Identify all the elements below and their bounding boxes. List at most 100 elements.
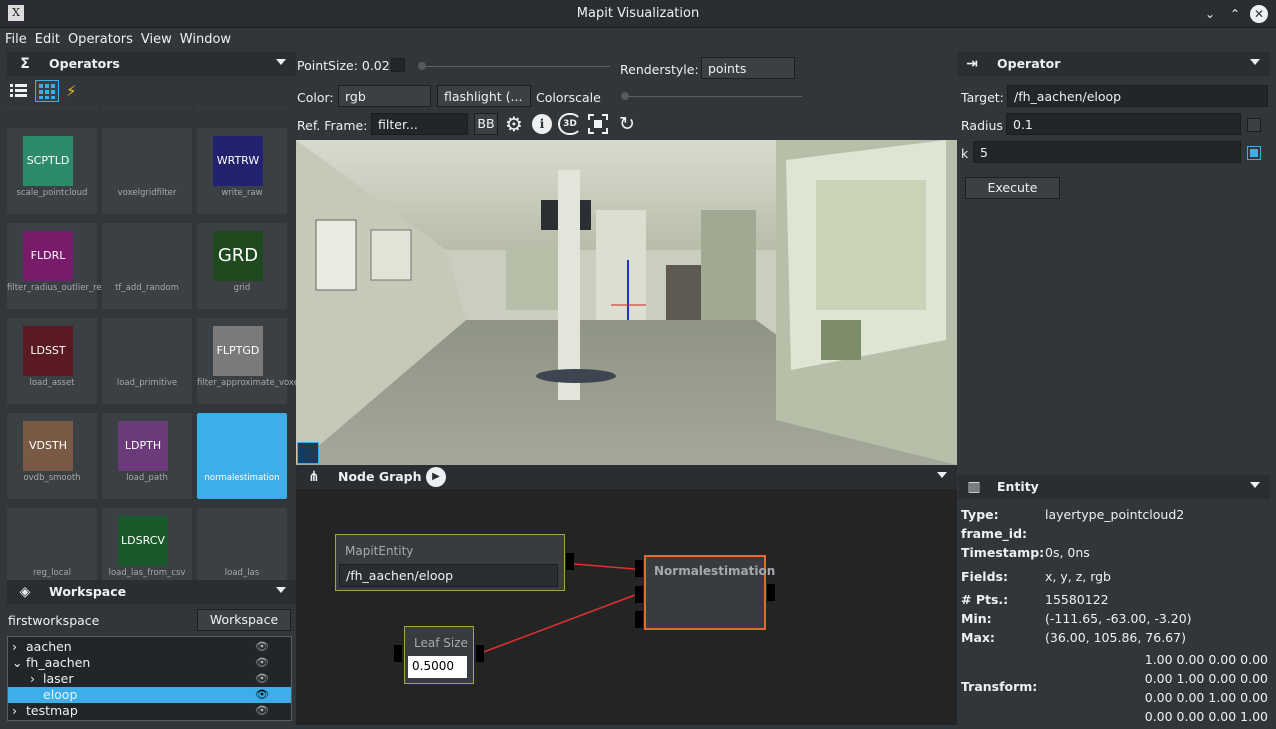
operator-tile[interactable]: GRD grid	[197, 223, 287, 309]
expander-icon[interactable]: ⌄	[12, 655, 22, 671]
leaf-size-input[interactable]: 0.5000	[408, 656, 467, 678]
radius-input[interactable]: 0.1	[1006, 113, 1241, 135]
input-port[interactable]	[635, 560, 643, 577]
tree-item[interactable]: › laser 👁	[8, 671, 291, 687]
info-icon[interactable]: i	[532, 114, 552, 134]
k-input[interactable]: 5	[973, 141, 1241, 163]
gear-icon[interactable]: ⚙	[503, 113, 525, 135]
visibility-eye-icon[interactable]: 👁	[255, 671, 269, 687]
minimize-button[interactable]: ⌄	[1201, 5, 1219, 23]
node-graph-canvas[interactable]: MapitEntity /fh_aachen/eloop Leaf Size 0…	[296, 489, 957, 725]
entity-field-value: 15580122	[1045, 592, 1109, 607]
target-input[interactable]: /fh_aachen/eloop	[1007, 85, 1268, 107]
dock-menu-arrow-icon[interactable]	[276, 587, 286, 593]
input-port[interactable]	[635, 611, 643, 628]
entity-title: Entity	[997, 479, 1039, 494]
operator-tile[interactable]: LDSRCV load_las_from_csv	[102, 508, 192, 580]
lightning-icon[interactable]: ⚡	[66, 82, 84, 100]
dock-menu-arrow-icon[interactable]	[1250, 482, 1260, 488]
input-port[interactable]	[635, 586, 643, 603]
expander-icon[interactable]: ›	[30, 671, 35, 687]
target-label: Target:	[961, 90, 1004, 105]
renderstyle-label: Renderstyle:	[620, 62, 699, 77]
operators-title: Operators	[49, 56, 120, 71]
operator-thumbnail: LDSRCV	[118, 516, 168, 566]
grid-view-icon[interactable]	[35, 80, 59, 102]
operator-tile[interactable]: SCPTLD scale_pointcloud	[7, 128, 97, 214]
operator-tile[interactable]: LDSST load_asset	[7, 318, 97, 404]
visibility-eye-icon[interactable]: 👁	[255, 687, 269, 703]
operators-header: Σ Operators	[7, 52, 296, 76]
renderstyle-select[interactable]: points	[701, 57, 795, 79]
menu-window[interactable]: Window	[175, 29, 234, 47]
operator-tile[interactable]: load_primitive	[102, 318, 192, 404]
colorscale-slider-knob[interactable]	[621, 92, 629, 100]
maximize-button[interactable]: ⌃	[1226, 5, 1244, 23]
output-port[interactable]	[566, 553, 574, 570]
operator-tile[interactable]: FLDRL filter_radius_outlier_removal	[7, 223, 128, 309]
radius-checkbox[interactable]	[1247, 118, 1261, 132]
refframe-input[interactable]: filter...	[371, 113, 468, 135]
operator-tile[interactable]: FLPTGD filter_approximate_voxel_grid	[197, 318, 296, 404]
operator-tile[interactable]: LDPTH load_path	[102, 413, 192, 499]
dock-menu-arrow-icon[interactable]	[276, 59, 286, 65]
close-button[interactable]: ✕	[1250, 5, 1268, 23]
normalestimation-node[interactable]: Normalestimation	[644, 555, 775, 630]
tree-item[interactable]: ⌄ fh_aachen 👁	[8, 655, 291, 671]
colorscale-slider[interactable]	[622, 96, 802, 97]
operator-tile[interactable]: WRTRW write_raw	[197, 128, 287, 214]
dock-menu-arrow-icon[interactable]	[1250, 59, 1260, 65]
execute-button[interactable]: Execute	[965, 177, 1060, 199]
color-select[interactable]: rgb	[338, 85, 431, 107]
tree-item[interactable]: eloop 👁	[8, 687, 291, 703]
bb-button[interactable]: BB	[474, 113, 498, 135]
operator-caption: scale_pointcloud	[16, 188, 88, 198]
operator-tile[interactable]: tf_add_random	[102, 223, 192, 309]
operator-caption: write_raw	[221, 188, 263, 198]
operator-thumbnail: VDSTH	[23, 421, 73, 471]
tree-item[interactable]: › aachen 👁	[8, 639, 291, 655]
leaf-size-node[interactable]: Leaf Size 0.5000	[404, 626, 474, 684]
entity-field-label: Min:	[961, 611, 992, 626]
mapit-entity-node[interactable]: MapitEntity /fh_aachen/eloop	[335, 534, 565, 591]
operator-tile[interactable]: voxelgridfilter	[102, 128, 192, 214]
input-port[interactable]	[394, 645, 402, 662]
pointsize-slider-knob[interactable]	[418, 62, 426, 70]
reset-view-icon[interactable]: ↻	[616, 113, 638, 135]
k-checkbox[interactable]	[1247, 146, 1261, 160]
visibility-eye-icon[interactable]: 👁	[255, 703, 269, 719]
flashlight-select[interactable]: flashlight (...	[437, 85, 531, 107]
pointsize-slider[interactable]	[420, 66, 610, 67]
output-port[interactable]	[476, 645, 484, 662]
expander-icon[interactable]: ›	[12, 703, 17, 719]
node-entity-input[interactable]: /fh_aachen/eloop	[339, 564, 558, 587]
menu-edit[interactable]: Edit	[30, 29, 63, 47]
3d-viewport[interactable]	[296, 140, 957, 465]
visibility-eye-icon[interactable]: 👁	[255, 655, 269, 671]
operator-tile[interactable]: normalestimation	[197, 413, 287, 499]
focus-frame-icon[interactable]	[588, 114, 608, 134]
pointsize-checkbox[interactable]	[391, 58, 405, 72]
menu-view[interactable]: View	[136, 29, 175, 47]
menu-operators[interactable]: Operators	[63, 29, 136, 47]
operator-tile[interactable]: VDSTH ovdb_smooth	[7, 413, 97, 499]
entity-field-label: Timestamp:	[961, 545, 1045, 560]
tree-item[interactable]: › testmap 👁	[8, 703, 291, 719]
output-port[interactable]	[767, 584, 775, 601]
3d-rotate-icon[interactable]: 3D	[558, 113, 582, 135]
workspace-header: ◈ Workspace	[7, 580, 296, 604]
operator-tile[interactable]: reg_local	[7, 508, 97, 580]
play-icon[interactable]: ▶	[426, 467, 446, 487]
visibility-eye-icon[interactable]: 👁	[255, 639, 269, 655]
expander-icon[interactable]: ›	[12, 639, 17, 655]
list-view-icon[interactable]	[10, 82, 30, 100]
tree-item-label: fh_aachen	[26, 655, 91, 670]
operator-caption: tf_add_random	[115, 283, 179, 293]
workspace-button[interactable]: Workspace	[197, 609, 291, 631]
entity-header: ▥ Entity	[958, 475, 1270, 499]
dock-menu-arrow-icon[interactable]	[937, 472, 947, 478]
operator-tile[interactable]: load_las	[197, 508, 287, 580]
menu-file[interactable]: File	[0, 29, 30, 47]
entity-field-value: 0s, 0ns	[1045, 545, 1090, 560]
node-graph-title: Node Graph	[338, 469, 422, 484]
